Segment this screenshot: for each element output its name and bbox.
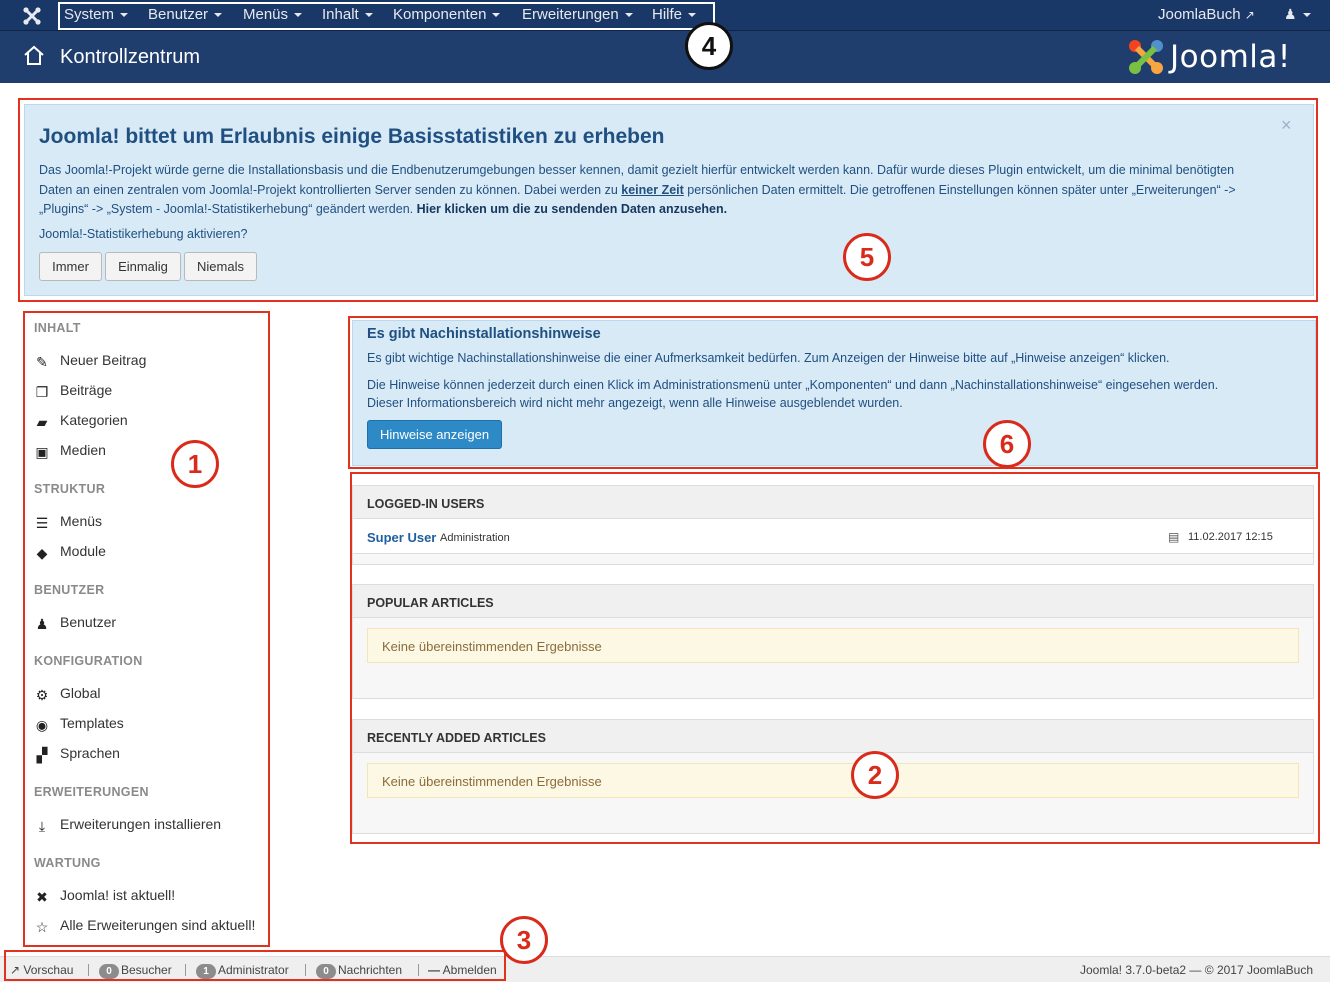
once-button[interactable]: Einmalig bbox=[105, 252, 181, 281]
cube-icon: ◆ bbox=[36, 545, 48, 561]
logged-in-users-title: LOGGED-IN USERS bbox=[353, 486, 1313, 519]
joomla-brand-logo: Joomla! bbox=[1126, 35, 1316, 79]
joomla-logo-icon[interactable] bbox=[22, 6, 42, 26]
postinstall-line1: Es gibt wichtige Nachinstallationshinwei… bbox=[367, 351, 1170, 365]
user-icon: ♟ bbox=[1284, 6, 1297, 22]
annotation-6: 6 bbox=[983, 420, 1031, 468]
menu-benutzer[interactable]: Benutzer bbox=[148, 6, 223, 23]
annotation-5: 5 bbox=[843, 233, 891, 281]
always-button[interactable]: Immer bbox=[39, 252, 102, 281]
caret-down-icon bbox=[120, 13, 129, 18]
sidebar-heading-konfiguration: KONFIGURATION bbox=[34, 654, 143, 668]
popular-empty-message: Keine übereinstimmenden Ergebnisse bbox=[367, 628, 1299, 663]
sidebar-item-extension-updates[interactable]: ☆ Alle Erweiterungen sind aktuell! bbox=[34, 917, 256, 935]
show-notes-button[interactable]: Hinweise anzeigen bbox=[367, 420, 502, 449]
sidebar-heading-struktur: STRUKTUR bbox=[34, 482, 106, 496]
annotation-4: 4 bbox=[685, 22, 733, 70]
sidebar-heading-inhalt: INHALT bbox=[34, 321, 81, 335]
top-navbar: System Benutzer Menüs Inhalt Komponenten… bbox=[0, 0, 1330, 31]
external-link-icon: ↗ bbox=[1244, 8, 1255, 22]
caret-down-icon bbox=[492, 13, 501, 18]
statistics-alert: Joomla! bittet um Erlaubnis einige Basis… bbox=[24, 104, 1314, 296]
sidebar-heading-erweiterungen: ERWEITERUNGEN bbox=[34, 785, 149, 799]
menu-komponenten[interactable]: Komponenten bbox=[393, 6, 501, 23]
login-date: 11.02.2017 12:15 bbox=[1188, 531, 1273, 543]
never-button[interactable]: Niemals bbox=[184, 252, 257, 281]
annotation-2: 2 bbox=[851, 751, 899, 799]
postinstall-title: Es gibt Nachinstallationshinweise bbox=[367, 326, 601, 342]
user-name-link[interactable]: Super User bbox=[367, 530, 436, 545]
close-icon[interactable]: × bbox=[1281, 115, 1292, 136]
sidebar-heading-wartung: WARTUNG bbox=[34, 856, 101, 870]
show-data-link[interactable]: Hier klicken um die zu sendenden Daten a… bbox=[417, 202, 728, 216]
caret-down-icon bbox=[624, 13, 633, 18]
eye-icon: ◉ bbox=[35, 717, 49, 733]
annotation-1: 1 bbox=[171, 440, 219, 488]
caret-down-icon bbox=[214, 13, 223, 18]
caret-down-icon bbox=[364, 13, 373, 18]
sidebar-item-install-extensions[interactable]: ⤓ Erweiterungen installieren bbox=[34, 816, 221, 834]
statistics-question: Joomla!-Statistikerhebung aktivieren? bbox=[39, 227, 248, 241]
joomla-icon: ✖ bbox=[36, 889, 48, 905]
home-icon bbox=[24, 45, 44, 65]
caret-down-icon bbox=[1302, 13, 1311, 18]
star-icon: ☆ bbox=[35, 919, 49, 935]
comments-icon: ▞ bbox=[36, 747, 48, 763]
copy-icon: ❐ bbox=[35, 384, 49, 400]
sidebar-item-templates[interactable]: ◉ Templates bbox=[34, 715, 124, 733]
users-icon: ♟ bbox=[35, 616, 49, 632]
download-icon: ⤓ bbox=[38, 818, 46, 834]
privacy-link[interactable]: keiner Zeit bbox=[621, 183, 684, 197]
menu-erweiterungen[interactable]: Erweiterungen bbox=[522, 6, 633, 23]
gear-icon: ⚙ bbox=[35, 687, 49, 703]
sidebar-item-menus[interactable]: ☰ Menüs bbox=[34, 513, 102, 531]
site-link[interactable]: JoomlaBuch ↗ bbox=[1158, 6, 1255, 23]
recent-articles-module: RECENTLY ADDED ARTICLES Keine übereinsti… bbox=[352, 719, 1314, 834]
image-icon: ▣ bbox=[35, 444, 49, 460]
sidebar-item-new-article[interactable]: ✎ Neuer Beitrag bbox=[34, 352, 146, 370]
sidebar-item-categories[interactable]: ▰ Kategorien bbox=[34, 412, 128, 430]
sidebar-heading-benutzer: BENUTZER bbox=[34, 583, 105, 597]
postinstall-line2: Die Hinweise können jederzeit durch eine… bbox=[367, 378, 1219, 392]
sidebar-item-global[interactable]: ⚙ Global bbox=[34, 685, 101, 703]
statistics-title: Joomla! bittet um Erlaubnis einige Basis… bbox=[39, 125, 665, 148]
menu-system[interactable]: System bbox=[64, 6, 129, 23]
folder-icon: ▰ bbox=[36, 414, 48, 430]
recent-articles-title: RECENTLY ADDED ARTICLES bbox=[353, 720, 1313, 753]
popular-articles-title: POPULAR ARTICLES bbox=[353, 585, 1313, 618]
sidebar-item-users[interactable]: ♟ Benutzer bbox=[34, 614, 116, 632]
sidebar-item-modules[interactable]: ◆ Module bbox=[34, 543, 106, 561]
menu-inhalt[interactable]: Inhalt bbox=[322, 6, 373, 23]
sidebar-item-languages[interactable]: ▞ Sprachen bbox=[34, 745, 120, 763]
list-icon: ☰ bbox=[35, 515, 49, 531]
statistics-text: Das Joomla!-Projekt würde gerne die Inst… bbox=[39, 163, 1236, 216]
user-area: Administration bbox=[440, 532, 510, 544]
postinstall-line3: Dieser Informationsbereich wird nicht me… bbox=[367, 396, 903, 410]
user-menu[interactable]: ♟ bbox=[1284, 6, 1311, 23]
table-row: Super User Administration ▤ 11.02.2017 1… bbox=[353, 519, 1313, 554]
page-header: Kontrollzentrum Joomla! bbox=[0, 31, 1330, 83]
postinstall-notice: Es gibt Nachinstallationshinweise Es gib… bbox=[352, 320, 1316, 466]
joomla-brand-icon bbox=[1129, 40, 1163, 74]
annotation-frame-footer bbox=[4, 950, 506, 981]
annotation-3: 3 bbox=[500, 916, 548, 964]
menu-menues[interactable]: Menüs bbox=[243, 6, 303, 23]
page-title: Kontrollzentrum bbox=[60, 46, 201, 68]
sidebar-item-articles[interactable]: ❐ Beiträge bbox=[34, 382, 112, 400]
logged-in-users-module: LOGGED-IN USERS Super User Administratio… bbox=[352, 485, 1314, 565]
menu-hilfe[interactable]: Hilfe bbox=[652, 6, 697, 23]
sidebar-item-media[interactable]: ▣ Medien bbox=[34, 442, 106, 460]
sidebar-item-joomla-update[interactable]: ✖ Joomla! ist aktuell! bbox=[34, 887, 175, 905]
pencil-icon: ✎ bbox=[36, 354, 48, 370]
calendar-icon: ▤ bbox=[1168, 530, 1180, 544]
caret-down-icon bbox=[294, 13, 303, 18]
version-info: Joomla! 3.7.0-beta2 — © 2017 JoomlaBuch bbox=[1080, 963, 1314, 977]
recent-empty-message: Keine übereinstimmenden Ergebnisse bbox=[367, 763, 1299, 798]
popular-articles-module: POPULAR ARTICLES Keine übereinstimmenden… bbox=[352, 584, 1314, 699]
caret-down-icon bbox=[688, 13, 697, 18]
